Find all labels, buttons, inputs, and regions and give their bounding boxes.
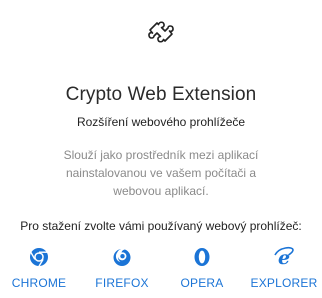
explorer-download-button[interactable]: e EXPLORER: [244, 246, 322, 290]
description-line: webovou aplikací.: [113, 184, 209, 198]
chrome-download-button[interactable]: CHROME: [0, 246, 79, 290]
description: Slouží jako prostředník mezi aplikací na…: [56, 146, 266, 200]
opera-label: OPERA: [180, 276, 224, 290]
opera-icon: [194, 248, 210, 266]
explorer-label: EXPLORER: [250, 276, 318, 290]
description-line: nainstalovanou ve vašem počítači a: [65, 166, 257, 180]
choose-browser-prompt: Pro stažení zvolte vámi používaný webový…: [20, 219, 302, 233]
firefox-icon: [113, 248, 131, 266]
puzzle-piece-icon: [148, 21, 174, 43]
description-line: Slouží jako prostředník mezi aplikací: [63, 148, 259, 162]
page-title: Crypto Web Extension: [65, 84, 257, 105]
internet-explorer-icon: e: [274, 246, 294, 268]
firefox-download-button[interactable]: FIREFOX: [82, 246, 162, 290]
extension-download-panel: Crypto Web Extension Rozšíření webového …: [0, 0, 322, 298]
chrome-label: CHROME: [11, 276, 67, 290]
browser-list: CHROME FIREFOX OPERA e EXPLORER: [0, 246, 322, 298]
page-subtitle: Rozšíření webového prohlížeče: [76, 115, 246, 129]
opera-download-button[interactable]: OPERA: [162, 246, 242, 290]
firefox-label: FIREFOX: [95, 276, 149, 290]
chrome-icon: [30, 248, 48, 267]
